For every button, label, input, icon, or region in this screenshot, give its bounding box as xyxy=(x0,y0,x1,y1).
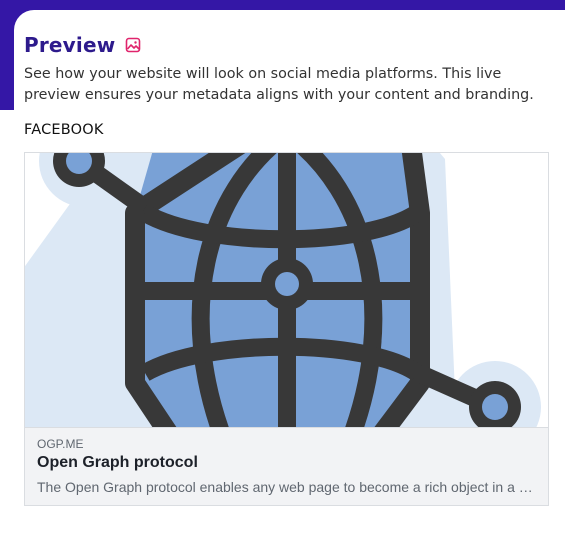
preview-header: Preview xyxy=(24,30,141,60)
open-graph-logo-image xyxy=(25,153,548,427)
preview-description: See how your website will look on social… xyxy=(24,66,534,103)
preview-domain: OGP.ME xyxy=(37,437,84,451)
open-graph-logo-icon xyxy=(25,153,541,427)
page-title: Preview xyxy=(24,33,116,57)
image-icon xyxy=(125,37,141,53)
preview-description-text: The Open Graph protocol enables any web … xyxy=(37,479,537,495)
facebook-preview-card[interactable]: OGP.ME Open Graph protocol The Open Grap… xyxy=(24,152,549,506)
facebook-section-label: FACEBOOK xyxy=(24,122,104,138)
facebook-preview-meta: OGP.ME Open Graph protocol The Open Grap… xyxy=(25,427,548,505)
preview-title[interactable]: Open Graph protocol xyxy=(37,454,198,472)
